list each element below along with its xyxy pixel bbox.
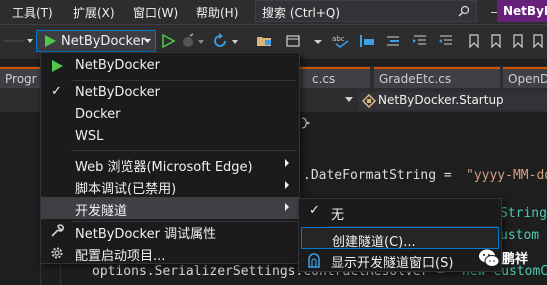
submenu-item-show-tunnels-window[interactable]: 显示开发隧道窗口(S): [299, 249, 501, 271]
folder-icon[interactable]: [256, 33, 272, 49]
chevron-down-icon[interactable]: [345, 97, 353, 103]
bookmark-prev-icon[interactable]: [488, 33, 504, 49]
menu-item-dev-tunnels[interactable]: 开发隧道: [41, 197, 299, 219]
menu-extensions[interactable]: 扩展(X): [73, 4, 115, 21]
chevron-down-icon: [144, 39, 151, 43]
menu-separator: [71, 80, 297, 81]
collapse-brace-icon: [301, 117, 310, 129]
play-icon: [52, 60, 63, 72]
svg-text:abc: abc: [332, 35, 345, 43]
toolbar-options-icon[interactable]: [310, 33, 326, 49]
checkmark-icon: ✓: [51, 84, 62, 99]
tab-program[interactable]: Progr: [0, 67, 40, 88]
menu-item-label: 配置启动项目...: [75, 249, 166, 264]
bookmark-icon[interactable]: [466, 33, 482, 49]
submenu-item-none[interactable]: ✓ 无: [299, 201, 501, 223]
project-name-badge: NetByD: [497, 0, 547, 22]
menu-item-script-debugging[interactable]: 脚本调试(已禁用): [41, 175, 299, 197]
spell-check-icon[interactable]: abc: [332, 33, 352, 49]
menu-item-profile-docker[interactable]: Docker: [41, 104, 299, 126]
member-dropdown-label: NetByDocker.Startup: [378, 93, 504, 107]
restart-dropdown-icon[interactable]: [230, 33, 240, 49]
bookmark-next-icon[interactable]: [510, 33, 526, 49]
run-target-label: NetByDocker: [61, 34, 146, 49]
outdent-icon[interactable]: [438, 33, 454, 49]
submenu-item-label: 创建隧道(C)...: [332, 235, 416, 250]
run-target-menu: NetByDocker ✓ NetByDocker Docker WSL Web…: [40, 52, 300, 264]
wrench-icon: [51, 224, 64, 237]
tab-gradeetc[interactable]: GradeEtc.cs: [374, 67, 500, 88]
tab-etc[interactable]: c.cs: [300, 67, 370, 88]
menu-item-label: NetByDocker 调试属性: [75, 227, 217, 242]
code-type-string: String: [500, 206, 547, 221]
watermark-text: 鹏祥: [502, 252, 529, 267]
watermark: 鹏祥: [476, 246, 547, 270]
menu-item-label: Docker: [75, 107, 121, 122]
menu-item-profile-netbydocker[interactable]: ✓ NetByDocker: [41, 82, 299, 104]
code-line-dateformat: .DateFormatString =: [303, 168, 460, 183]
submenu-item-create-tunnel[interactable]: 创建隧道(C)...: [301, 227, 499, 250]
menu-item-configure-startup[interactable]: 配置启动项目...: [41, 242, 299, 264]
menu-item-label: 开发隧道: [75, 204, 128, 219]
hot-reload-icon[interactable]: [180, 33, 196, 49]
menu-item-label: Web 浏览器(Microsoft Edge): [75, 160, 253, 175]
bookmark-clear-icon[interactable]: [530, 33, 546, 49]
search-input[interactable]: 搜索 (Ctrl+Q): [255, 0, 477, 22]
submenu-item-label: 无: [331, 208, 345, 223]
submenu-arrow-icon: [285, 203, 289, 211]
run-target-button[interactable]: NetByDocker: [36, 30, 156, 52]
menu-item-debug-properties[interactable]: NetByDocker 调试属性: [41, 220, 299, 242]
indent-icon[interactable]: [412, 33, 428, 49]
menu-item-label: WSL: [75, 129, 104, 144]
menu-item-label: 脚本调试(已禁用): [75, 182, 177, 197]
toolbar-dropdown-icon[interactable]: [4, 35, 34, 47]
code-type-custom: ustom: [500, 228, 540, 243]
layout-icon[interactable]: [285, 33, 301, 49]
menu-item-web-browser[interactable]: Web 浏览器(Microsoft Edge): [41, 153, 299, 175]
menu-item-label: NetByDocker: [75, 58, 160, 73]
submenu-item-label: 显示开发隧道窗口(S): [331, 256, 454, 271]
dev-tunnels-submenu: ✓ 无 创建隧道(C)... 显示开发隧道窗口(S): [298, 198, 502, 272]
menu-tools[interactable]: 工具(T): [12, 4, 53, 21]
hot-reload-dropdown-icon[interactable]: [196, 33, 206, 49]
submenu-arrow-icon: [285, 181, 289, 189]
search-icon: [458, 5, 470, 17]
code-string-dateformat: "yyyy-MM-dd: [466, 168, 547, 183]
start-without-debug-icon[interactable]: [160, 33, 176, 49]
member-dropdown[interactable]: NetByDocker.Startup: [358, 92, 547, 110]
menu-item-netbydocker-run[interactable]: NetByDocker: [41, 55, 299, 77]
search-placeholder: 搜索 (Ctrl+Q): [262, 6, 341, 20]
breakpoint-icon[interactable]: [358, 33, 378, 49]
wechat-logo-icon: [479, 249, 500, 267]
menu-help[interactable]: 帮助(H): [196, 4, 238, 21]
checkmark-icon: ✓: [309, 203, 320, 218]
menu-item-profile-wsl[interactable]: WSL: [41, 126, 299, 148]
menu-item-label: NetByDocker: [75, 85, 160, 100]
tunnel-icon: [308, 253, 320, 268]
submenu-arrow-icon: [285, 159, 289, 167]
align-icon[interactable]: [385, 33, 401, 49]
gear-icon: [51, 247, 63, 259]
menu-window[interactable]: 窗口(W): [133, 4, 178, 21]
restart-icon[interactable]: [212, 33, 228, 49]
menu-separator: [71, 150, 297, 151]
tab-opend[interactable]: OpenD: [503, 67, 547, 88]
class-icon: [362, 94, 376, 108]
play-icon: [45, 35, 56, 47]
